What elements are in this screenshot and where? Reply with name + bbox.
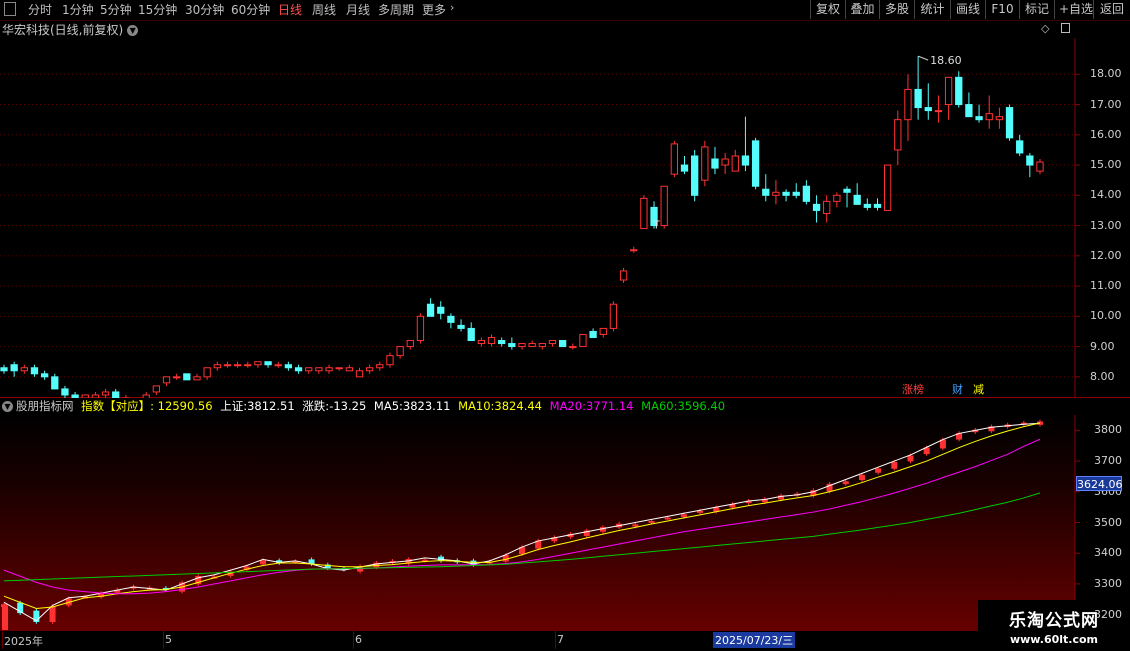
price-candle <box>416 313 425 344</box>
diamond-icon[interactable]: ◇ <box>1041 22 1049 35</box>
period-tab-1[interactable]: 1分钟 <box>62 1 94 19</box>
ma60-value: 3596.40 <box>677 399 726 413</box>
price-candle <box>660 185 668 229</box>
date-label-2: 6 <box>355 633 362 646</box>
price-tick-label: 17.00 <box>1090 97 1122 111</box>
price-candle <box>670 140 679 178</box>
panel-toggle-icon[interactable] <box>1061 23 1070 33</box>
price-tick-label: 8.00 <box>1090 369 1115 383</box>
ma5-label: MA5: <box>373 399 403 413</box>
price-candle <box>640 195 648 230</box>
price-tick-label: 18.00 <box>1090 67 1122 81</box>
date-tick <box>2 631 3 649</box>
price-tick-label: 11.00 <box>1090 279 1122 293</box>
date-label-0: 2025年 <box>4 635 43 648</box>
ma20-value: 3771.14 <box>585 399 634 413</box>
price-candle <box>751 137 760 190</box>
price-tick-label: 9.00 <box>1090 339 1115 353</box>
toolbar-button-2[interactable]: 多股 <box>879 0 914 19</box>
watermark-url: www.60lt.com <box>1009 633 1099 646</box>
cursor-date: 2025/07/23/三 <box>713 632 796 648</box>
period-tab-7[interactable]: 周线 <box>312 1 336 19</box>
jian-marker[interactable]: 减 <box>973 381 984 397</box>
toolbar-button-7[interactable]: +自选 <box>1054 0 1093 19</box>
price-tick-label: 10.00 <box>1090 309 1122 323</box>
price-candle <box>691 149 699 202</box>
stock-title-text: 华宏科技(日线,前复权) <box>2 23 124 37</box>
cai-marker[interactable]: 财 <box>952 381 963 397</box>
t-marker: T <box>652 219 660 232</box>
date-tick <box>163 631 164 649</box>
current-value-tag: 3624.06 <box>1076 476 1123 492</box>
date-tick <box>353 631 354 649</box>
chg-label: 涨跌: <box>302 399 330 413</box>
index-value: : 12590.56 <box>150 399 213 413</box>
price-chart[interactable]: 18.606.85T <box>0 38 1130 398</box>
indicator-bg <box>0 415 1075 630</box>
index-label: 指数【对应】 <box>81 399 151 413</box>
price-tick-label: 14.00 <box>1090 188 1122 202</box>
toolbar-button-1[interactable]: 叠加 <box>845 0 879 19</box>
indicator-tick-label: 3200 <box>1094 607 1122 621</box>
period-tab-9[interactable]: 多周期 <box>378 1 414 19</box>
price-tick-label: 13.00 <box>1090 218 1122 232</box>
index-candle <box>33 608 40 624</box>
period-tab-6[interactable]: 日线 <box>278 1 302 19</box>
price-candle <box>883 164 892 211</box>
ma5-value: 3823.11 <box>402 399 451 413</box>
ma60-label: MA60: <box>641 399 678 413</box>
period-tab-3[interactable]: 15分钟 <box>138 1 177 19</box>
toolbar-button-6[interactable]: 标记 <box>1019 0 1054 19</box>
svg-text:18.60: 18.60 <box>930 54 962 67</box>
sh-label: 上证: <box>220 399 248 413</box>
toolbar-button-0[interactable]: 复权 <box>810 0 845 19</box>
toolbar-button-3[interactable]: 统计 <box>914 0 950 19</box>
ma10-value: 3824.44 <box>494 399 542 413</box>
index-candle <box>2 605 8 630</box>
zhangbang-marker[interactable]: 涨榜 <box>902 381 924 397</box>
price-tick-label: 15.00 <box>1090 158 1122 172</box>
period-tab-4[interactable]: 30分钟 <box>185 1 224 19</box>
indicator-tick-label: 3500 <box>1094 515 1122 529</box>
ma20-label: MA20: <box>549 399 586 413</box>
price-candle <box>701 140 709 187</box>
price-candle <box>579 333 587 348</box>
stock-title: 华宏科技(日线,前复权) ▼ <box>2 21 139 38</box>
chevron-right-icon[interactable]: › <box>450 1 454 14</box>
back-nav-icon[interactable] <box>4 2 16 16</box>
price-candle <box>1005 104 1014 141</box>
sh-value: 3812.51 <box>247 399 295 413</box>
period-tab-10[interactable]: 更多 <box>422 1 446 19</box>
chevron-down-icon[interactable]: ▼ <box>127 25 139 36</box>
period-tab-2[interactable]: 5分钟 <box>100 1 132 19</box>
price-candle <box>183 373 191 381</box>
price-tick-label: 12.00 <box>1090 248 1122 262</box>
period-tab-0[interactable]: 分时 <box>28 1 52 19</box>
indicator-tick-label: 3300 <box>1094 576 1122 590</box>
date-label-1: 5 <box>165 633 172 646</box>
price-candle <box>558 340 567 348</box>
indicator-menu-icon[interactable]: ▼ <box>2 401 13 412</box>
indicator-tick-label: 3400 <box>1094 546 1122 560</box>
price-candle <box>609 301 618 332</box>
indicator-tick-label: 3700 <box>1094 454 1122 468</box>
toolbar-button-4[interactable]: 画线 <box>950 0 985 19</box>
indicator-chart[interactable] <box>0 415 1130 630</box>
indicator-header: ▼ 股朋指标网 指数【对应】: 12590.56 上证:3812.51 涨跌:-1… <box>2 398 725 414</box>
ma10-label: MA10: <box>458 399 495 413</box>
chg-value: -13.25 <box>329 399 367 413</box>
indicator-tick-label: 3800 <box>1094 423 1122 437</box>
period-tab-8[interactable]: 月线 <box>346 1 370 19</box>
toolbar-button-5[interactable]: F10 <box>985 0 1019 19</box>
indicator-name: 股朋指标网 <box>16 399 74 413</box>
price-tick-label: 16.00 <box>1090 127 1122 141</box>
period-tab-5[interactable]: 60分钟 <box>231 1 270 19</box>
date-tick <box>555 631 556 649</box>
date-label-3: 7 <box>557 633 564 646</box>
date-axis: 2025年 5 6 7 2025/07/23/三 <box>0 630 1075 651</box>
toolbar-button-8[interactable]: 返回 <box>1093 0 1130 19</box>
toolbar: 分时 1分钟 5分钟 15分钟 30分钟 60分钟 日线 周线 月线 多周期 更多 › 复权 叠加 多股 统计… <box>0 0 1130 21</box>
